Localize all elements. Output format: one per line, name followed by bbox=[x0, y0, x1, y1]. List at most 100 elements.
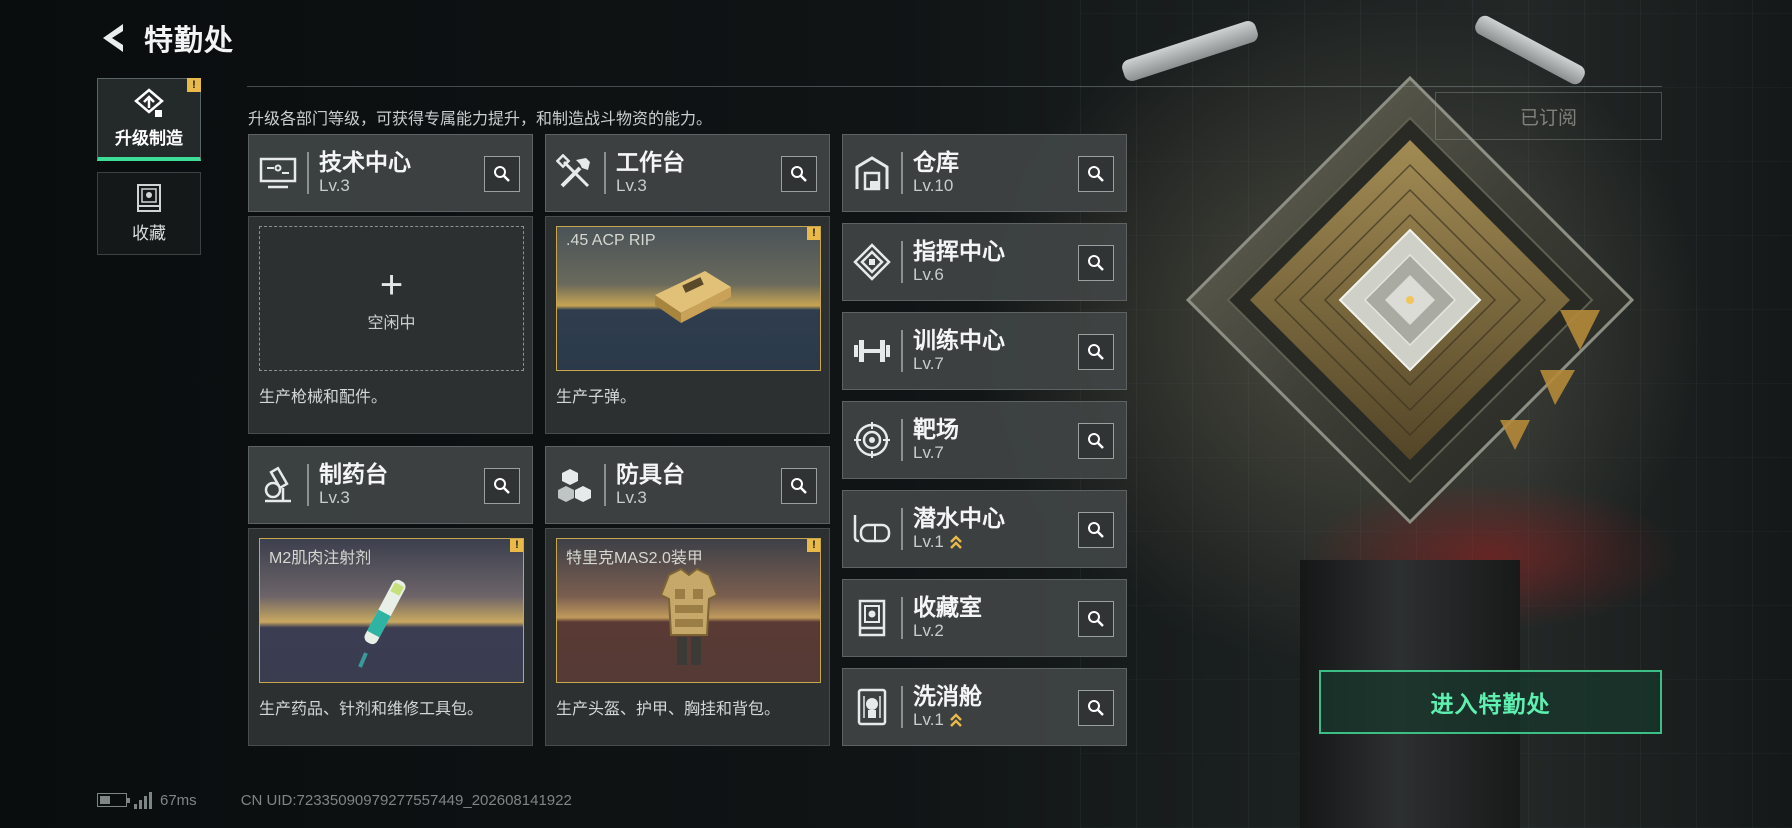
alert-badge: ! bbox=[807, 539, 820, 552]
station-description: 生产头盔、护甲、胸挂和背包。 bbox=[556, 701, 781, 718]
separator bbox=[901, 597, 903, 639]
search-icon bbox=[1088, 255, 1104, 271]
facility-name: 训练中心 bbox=[913, 327, 1005, 353]
subscribed-label: 已订阅 bbox=[1519, 107, 1577, 129]
tab-collection[interactable]: 收藏 bbox=[97, 172, 201, 255]
upgrade-available-icon bbox=[949, 713, 963, 727]
facility-decontamination[interactable]: 洗消舱 Lv.1 bbox=[842, 668, 1127, 746]
facility-name: 收藏室 bbox=[913, 594, 982, 620]
facility-diving-center[interactable]: 潜水中心 Lv.1 bbox=[842, 490, 1127, 568]
divider bbox=[247, 86, 1662, 87]
search-button[interactable] bbox=[781, 156, 817, 192]
separator bbox=[901, 152, 903, 194]
level-text: Lv.1 bbox=[913, 532, 944, 551]
facility-training-center[interactable]: 训练中心 Lv.7 bbox=[842, 312, 1127, 390]
storage-icon bbox=[855, 156, 889, 191]
facility-level: Lv.6 bbox=[913, 264, 1005, 286]
page-title: 特勤处 bbox=[144, 25, 235, 57]
item-name: M2肌肉注射剂 bbox=[269, 550, 372, 567]
search-icon bbox=[1088, 166, 1104, 182]
search-icon bbox=[1088, 522, 1104, 538]
level-text: Lv.7 bbox=[913, 354, 944, 373]
search-icon bbox=[1088, 433, 1104, 449]
tab-label: 升级制造 bbox=[115, 128, 183, 148]
search-icon bbox=[494, 166, 510, 182]
microscope-icon bbox=[264, 466, 291, 503]
back-button[interactable] bbox=[96, 20, 132, 56]
enter-special-ops-button[interactable]: 进入特勤处 bbox=[1319, 670, 1662, 734]
facility-level: Lv.2 bbox=[913, 620, 982, 642]
page-description: 升级各部门等级，可获得专属能力提升，和制造战斗物资的能力。 bbox=[248, 111, 713, 128]
separator bbox=[604, 464, 606, 506]
dumbbell-icon bbox=[854, 340, 890, 362]
search-button[interactable] bbox=[781, 468, 817, 504]
level-text: Lv.10 bbox=[913, 176, 954, 195]
cubes-icon bbox=[558, 469, 591, 502]
uid-text: CN UID:72335090979277557449_202608141922 bbox=[240, 791, 572, 809]
header: 特勤处 bbox=[96, 18, 426, 58]
facility-collection-room[interactable]: 收藏室 Lv.2 bbox=[842, 579, 1127, 657]
facility-name: 潜水中心 bbox=[913, 505, 1005, 531]
slot-status: 空闲中 bbox=[367, 314, 416, 332]
ping-text: 67ms bbox=[160, 791, 197, 809]
display-case-icon bbox=[858, 599, 886, 637]
tab-upgrade-craft[interactable]: ! 升级制造 bbox=[97, 78, 201, 161]
facility-level: Lv.7 bbox=[913, 353, 1005, 375]
facility-shooting-range[interactable]: 靶场 Lv.7 bbox=[842, 401, 1127, 479]
station-level: Lv.3 bbox=[319, 176, 350, 195]
facility-level: Lv.10 bbox=[913, 175, 959, 197]
station-description: 生产药品、针剂和维修工具包。 bbox=[259, 701, 484, 718]
level-text: Lv.7 bbox=[913, 443, 944, 462]
separator bbox=[307, 464, 309, 506]
craft-slot-armor[interactable]: 特里克MAS2.0装甲 ! bbox=[556, 538, 821, 683]
station-description: 生产子弹。 bbox=[556, 389, 637, 406]
signal-icon bbox=[134, 791, 152, 809]
station-armor[interactable]: 防具台 Lv.3 bbox=[545, 446, 830, 524]
facility-command-center[interactable]: 指挥中心 Lv.6 bbox=[842, 223, 1127, 301]
ammo-box-image bbox=[655, 271, 731, 323]
station-tech-center[interactable]: 技术中心 Lv.3 bbox=[248, 134, 533, 212]
station-armor-panel: 特里克MAS2.0装甲 ! 生产头盔、护甲、胸挂和背包。 bbox=[545, 528, 830, 746]
search-button[interactable] bbox=[1078, 423, 1114, 459]
station-workbench[interactable]: 工作台 Lv.3 bbox=[545, 134, 830, 212]
search-icon bbox=[1088, 344, 1104, 360]
search-button[interactable] bbox=[484, 156, 520, 192]
separator bbox=[901, 686, 903, 728]
alert-badge: ! bbox=[187, 78, 201, 92]
search-icon bbox=[1088, 700, 1104, 716]
search-button[interactable] bbox=[484, 468, 520, 504]
search-button[interactable] bbox=[1078, 601, 1114, 637]
craft-slot-idle[interactable]: + 空闲中 bbox=[259, 226, 524, 371]
level-text: Lv.6 bbox=[913, 265, 944, 284]
craft-slot-medicine[interactable]: M2肌肉注射剂 ! bbox=[259, 538, 524, 683]
title-decoration bbox=[246, 24, 426, 50]
station-pharmacy[interactable]: 制药台 Lv.3 bbox=[248, 446, 533, 524]
item-name: .45 ACP RIP bbox=[566, 232, 656, 249]
station-pharmacy-panel: M2肌肉注射剂 ! 生产药品、针剂和维修工具包。 bbox=[248, 528, 533, 746]
upgrade-available-icon bbox=[949, 535, 963, 549]
search-button[interactable] bbox=[1078, 512, 1114, 548]
alert-badge: ! bbox=[807, 227, 820, 240]
station-tech-center-panel: + 空闲中 生产枪械和配件。 bbox=[248, 216, 533, 434]
station-name: 技术中心 bbox=[319, 149, 411, 175]
station-name: 防具台 bbox=[616, 461, 685, 487]
level-text: Lv.1 bbox=[913, 710, 944, 729]
alert-badge: ! bbox=[510, 539, 523, 552]
facility-name: 指挥中心 bbox=[913, 238, 1005, 264]
subscribed-button[interactable]: 已订阅 bbox=[1435, 92, 1662, 140]
facility-storage[interactable]: 仓库 Lv.10 bbox=[842, 134, 1127, 212]
search-icon bbox=[791, 478, 807, 494]
facility-name: 仓库 bbox=[913, 149, 959, 175]
search-button[interactable] bbox=[1078, 156, 1114, 192]
station-level: Lv.3 bbox=[319, 488, 350, 507]
facility-level: Lv.7 bbox=[913, 442, 959, 464]
diving-mask-icon bbox=[853, 515, 891, 543]
search-button[interactable] bbox=[1078, 245, 1114, 281]
search-button[interactable] bbox=[1078, 690, 1114, 726]
separator bbox=[901, 330, 903, 372]
search-button[interactable] bbox=[1078, 334, 1114, 370]
separator bbox=[307, 152, 309, 194]
facility-level: Lv.1 bbox=[913, 709, 982, 731]
craft-slot-ammo[interactable]: .45 ACP RIP ! bbox=[556, 226, 821, 371]
search-icon bbox=[1088, 611, 1104, 627]
